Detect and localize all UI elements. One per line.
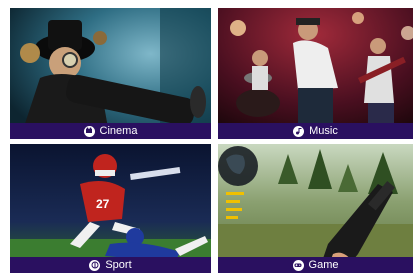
svg-text:27: 27 bbox=[96, 197, 110, 211]
film-icon bbox=[83, 125, 95, 137]
label-bar: Sport bbox=[10, 257, 211, 273]
tile-sport[interactable]: 27 Sport bbox=[10, 144, 211, 273]
music-note-icon bbox=[293, 125, 305, 137]
tile-label: Sport bbox=[105, 259, 132, 271]
cinema-image bbox=[10, 8, 211, 139]
game-image bbox=[218, 144, 413, 273]
tile-music[interactable]: Music bbox=[218, 8, 413, 139]
tile-label: Game bbox=[308, 259, 339, 271]
label-bar: Music bbox=[218, 123, 413, 139]
sport-image: 27 bbox=[10, 144, 211, 273]
tile-game[interactable]: Game bbox=[218, 144, 413, 273]
music-image bbox=[218, 8, 413, 139]
tile-cinema[interactable]: Cinema bbox=[10, 8, 211, 139]
label-bar: Cinema bbox=[10, 123, 211, 139]
gamepad-icon bbox=[292, 259, 304, 271]
ball-icon bbox=[89, 259, 101, 271]
tile-label: Music bbox=[309, 125, 338, 137]
tile-label: Cinema bbox=[99, 125, 138, 137]
label-bar: Game bbox=[218, 257, 413, 273]
